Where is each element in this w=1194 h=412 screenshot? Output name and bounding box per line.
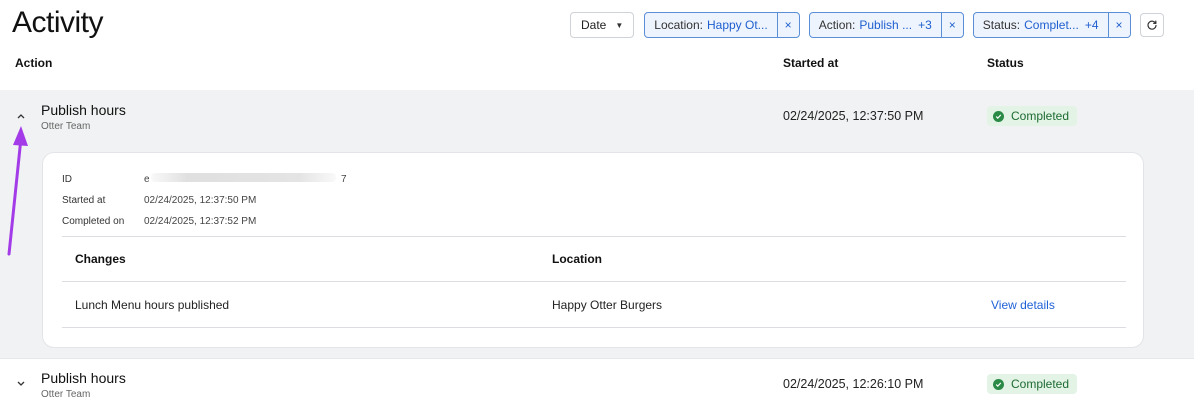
redacted-id-bar — [151, 173, 336, 182]
refresh-icon — [1146, 20, 1157, 30]
column-header-status[interactable]: Status — [987, 56, 1024, 70]
remove-action-filter-icon[interactable]: × — [940, 13, 963, 37]
started-label: Started at — [62, 195, 106, 206]
check-circle-icon — [993, 378, 1004, 390]
started-value: 02/24/2025, 12:37:50 PM — [144, 195, 257, 206]
completed-label: Completed on — [62, 216, 125, 227]
status-filter-chip[interactable]: Status: Complet... +4 × — [972, 12, 1131, 38]
chip-value: Happy Ot... — [706, 18, 768, 32]
column-header-action[interactable]: Action — [15, 56, 52, 70]
activity-row[interactable]: Publish hours Otter Team 02/24/2025, 12:… — [0, 358, 1194, 412]
status-filter-text[interactable]: Status: Complet... +4 — [974, 13, 1108, 37]
status-badge: Completed — [987, 106, 1078, 126]
divider — [62, 327, 1126, 328]
remove-location-filter-icon[interactable]: × — [776, 13, 799, 37]
refresh-button[interactable] — [1139, 13, 1164, 37]
completed-value: 02/24/2025, 12:37:52 PM — [144, 216, 257, 227]
id-value-end: 7 — [341, 174, 347, 185]
date-filter-label: Date — [581, 18, 607, 32]
action-title: Publish hours — [41, 370, 126, 386]
location-filter-text[interactable]: Location: Happy Ot... — [645, 13, 776, 37]
chip-value: Publish ... — [859, 18, 913, 32]
chevron-up-icon[interactable] — [15, 110, 27, 122]
chip-more-count: +4 — [1084, 18, 1099, 32]
caret-down-icon: ▼ — [615, 20, 624, 30]
status-text: Completed — [1011, 377, 1070, 391]
remove-status-filter-icon[interactable]: × — [1107, 13, 1130, 37]
table-header-location: Location — [552, 252, 602, 266]
chip-label: Action: — [818, 18, 856, 32]
divider — [62, 281, 1126, 282]
started-at-value: 02/24/2025, 12:26:10 PM — [783, 377, 924, 391]
check-circle-icon — [993, 110, 1004, 122]
id-label: ID — [62, 174, 72, 185]
action-title: Publish hours — [41, 102, 126, 118]
table-header-changes: Changes — [75, 252, 126, 266]
started-at-value: 02/24/2025, 12:37:50 PM — [783, 109, 924, 123]
action-filter-text[interactable]: Action: Publish ... +3 — [810, 13, 941, 37]
id-value-start: e — [144, 174, 150, 185]
action-filter-chip[interactable]: Action: Publish ... +3 × — [808, 12, 964, 38]
chip-label: Location: — [654, 18, 703, 32]
chevron-down-icon[interactable] — [15, 378, 27, 390]
chip-value: Complet... — [1024, 18, 1079, 32]
action-subtitle: Otter Team — [41, 389, 91, 400]
change-location: Happy Otter Burgers — [552, 298, 663, 312]
view-details-link[interactable]: View details — [991, 298, 1055, 312]
status-text: Completed — [1011, 109, 1070, 123]
column-header-started-at[interactable]: Started at — [783, 56, 838, 70]
chip-more-count: +3 — [918, 18, 932, 32]
detail-card: ID e 7 Started at 02/24/2025, 12:37:50 P… — [42, 152, 1144, 348]
status-badge: Completed — [987, 374, 1078, 394]
filter-bar: Date ▼ Location: Happy Ot... × Action: P… — [570, 12, 1164, 38]
date-filter-button[interactable]: Date ▼ — [570, 12, 635, 38]
action-subtitle: Otter Team — [41, 121, 91, 132]
divider — [62, 236, 1126, 237]
change-description: Lunch Menu hours published — [75, 298, 230, 312]
activity-row[interactable]: Publish hours Otter Team 02/24/2025, 12:… — [0, 90, 1194, 358]
chip-label: Status: — [982, 18, 1021, 32]
page-title: Activity — [12, 6, 104, 39]
location-filter-chip[interactable]: Location: Happy Ot... × — [644, 12, 800, 38]
